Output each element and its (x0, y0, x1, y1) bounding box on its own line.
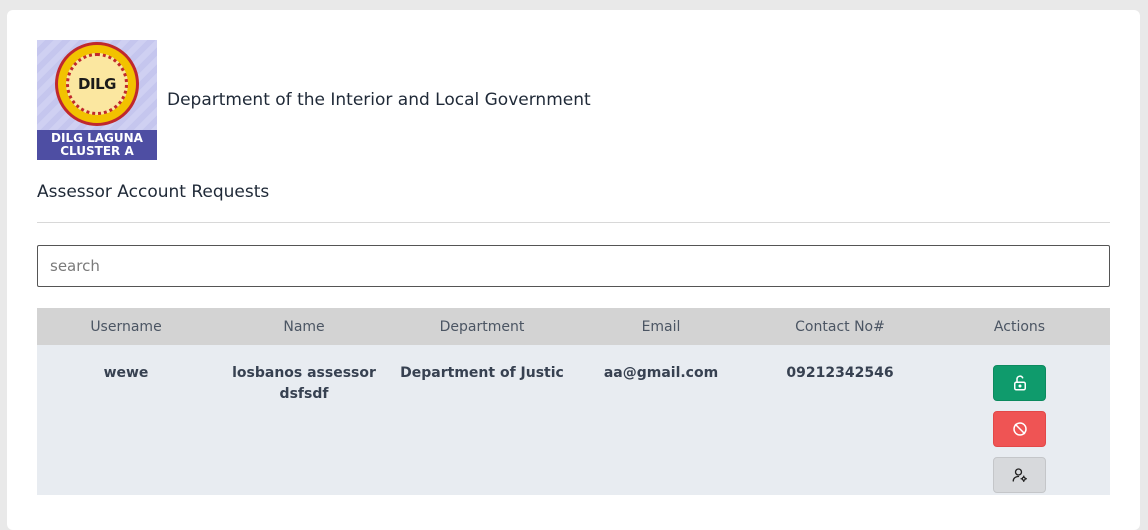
reject-button[interactable] (993, 411, 1046, 447)
seal-inner-ring: DILG (66, 53, 128, 115)
cell-actions (929, 345, 1110, 495)
org-name: Department of the Interior and Local Gov… (167, 90, 591, 110)
header-department: Department (439, 318, 525, 335)
action-buttons (935, 363, 1104, 493)
page-header: DILG DILG LAGUNA CLUSTER A Department of… (37, 40, 591, 160)
dilg-logo: DILG DILG LAGUNA CLUSTER A (37, 40, 157, 160)
header-email: Email (641, 318, 681, 335)
cell-username: wewe (103, 365, 149, 381)
main-card: DILG DILG LAGUNA CLUSTER A Department of… (7, 10, 1140, 530)
seal-text: DILG (78, 75, 116, 93)
logo-band: DILG LAGUNA CLUSTER A (37, 130, 157, 160)
logo-band-line2: CLUSTER A (60, 144, 134, 158)
search-input[interactable] (37, 245, 1110, 287)
seal-outer-ring: DILG (55, 42, 139, 126)
user-settings-icon (1011, 466, 1029, 484)
header-name: Name (283, 318, 325, 335)
table-header-row: Username Name Department Email Contact N… (37, 308, 1110, 345)
table-row: wewe losbanos assessor dsfsdf Department… (37, 345, 1110, 495)
cell-contact: 09212342546 (786, 365, 894, 381)
requests-table: Username Name Department Email Contact N… (37, 308, 1110, 495)
header-username: Username (90, 318, 162, 335)
cell-name: losbanos assessor dsfsdf (232, 365, 376, 402)
header-actions: Actions (993, 318, 1046, 335)
block-icon (1011, 420, 1029, 438)
section-title: Assessor Account Requests (37, 182, 270, 202)
user-settings-button[interactable] (993, 457, 1046, 493)
unlock-icon (1011, 374, 1029, 392)
approve-button[interactable] (993, 365, 1046, 401)
cell-department: Department of Justic (400, 365, 564, 381)
header-contact: Contact No# (795, 318, 885, 335)
divider (37, 222, 1110, 223)
cell-email: aa@gmail.com (603, 365, 719, 381)
